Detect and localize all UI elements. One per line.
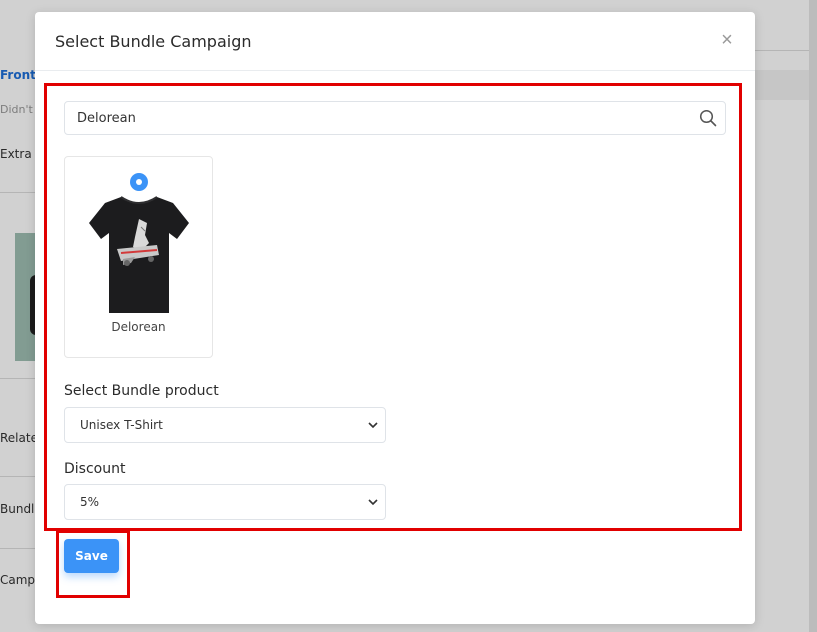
modal-header: Select Bundle Campaign × xyxy=(35,12,755,71)
chevron-down-icon xyxy=(368,499,378,506)
bundle-product-label: Select Bundle product xyxy=(64,383,219,399)
discount-value: 5% xyxy=(80,495,100,509)
product-card-delorean[interactable]: Delorean xyxy=(64,156,213,358)
product-name: Delorean xyxy=(111,320,166,334)
search-icon[interactable] xyxy=(699,109,717,127)
product-radio-selected[interactable] xyxy=(130,173,148,191)
select-bundle-campaign-modal: Select Bundle Campaign × Delorean Select… xyxy=(35,12,755,624)
bundle-product-value: Unisex T-Shirt xyxy=(80,418,163,432)
bundle-product-select[interactable]: Unisex T-Shirt xyxy=(64,407,386,443)
search-input[interactable] xyxy=(65,102,709,134)
tshirt-product-image xyxy=(89,196,189,313)
radio-dot xyxy=(136,179,142,185)
discount-label: Discount xyxy=(64,461,126,477)
close-icon[interactable]: × xyxy=(717,30,737,50)
modal-title: Select Bundle Campaign xyxy=(55,32,252,51)
save-button[interactable]: Save xyxy=(64,539,119,573)
search-field xyxy=(64,101,726,135)
chevron-down-icon xyxy=(368,422,378,429)
discount-select[interactable]: 5% xyxy=(64,484,386,520)
